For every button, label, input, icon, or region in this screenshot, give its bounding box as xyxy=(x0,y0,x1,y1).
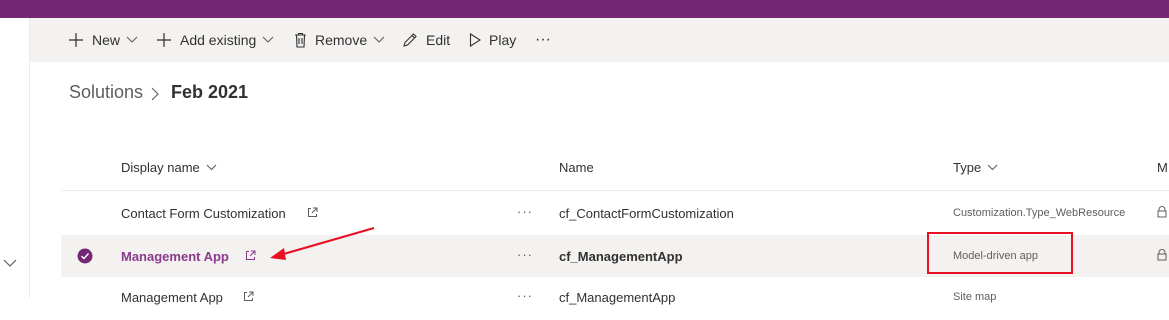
breadcrumb-solutions[interactable]: Solutions xyxy=(69,82,143,103)
chevron-down-icon[interactable] xyxy=(262,36,274,44)
plus-icon xyxy=(157,33,171,47)
column-header-label: Display name xyxy=(121,160,200,175)
column-header-name[interactable]: Name xyxy=(559,160,594,175)
row-name: cf_ManagementApp xyxy=(559,249,683,264)
row-more-button[interactable]: ··· xyxy=(517,288,533,303)
plus-icon xyxy=(69,33,83,47)
highlight-box xyxy=(927,232,1073,274)
more-commands-button[interactable]: ··· xyxy=(535,18,551,62)
command-bar: New Add existing Remove Edit Play ··· xyxy=(30,18,1169,62)
chevron-down-icon[interactable] xyxy=(2,256,18,270)
column-header-type[interactable]: Type xyxy=(953,160,998,175)
chevron-right-icon xyxy=(151,87,159,101)
new-button[interactable]: New xyxy=(68,18,138,62)
open-external-icon[interactable] xyxy=(245,250,256,261)
trash-icon xyxy=(295,32,306,48)
play-button[interactable]: Play xyxy=(469,18,516,62)
row-type: Customization.Type_WebResource xyxy=(953,207,1126,219)
edit-button[interactable]: Edit xyxy=(402,18,450,62)
app-header-bar xyxy=(0,0,1169,18)
column-header-label: Type xyxy=(953,160,982,175)
arrow-annotation-icon xyxy=(270,226,375,260)
more-icon: ··· xyxy=(535,31,551,48)
chevron-down-icon xyxy=(987,164,998,171)
open-external-icon[interactable] xyxy=(243,291,254,302)
row-more-button[interactable]: ··· xyxy=(517,204,533,219)
play-icon xyxy=(469,33,481,47)
lock-icon xyxy=(1157,249,1167,261)
row-display-name[interactable]: Contact Form Customization xyxy=(121,206,286,221)
row-more-button[interactable]: ··· xyxy=(517,247,533,262)
chevron-down-icon[interactable] xyxy=(373,36,385,44)
column-header-managed[interactable]: M xyxy=(1157,160,1168,175)
edit-label: Edit xyxy=(426,32,451,48)
play-label: Play xyxy=(489,32,517,48)
new-label: New xyxy=(92,32,121,48)
add-existing-label: Add existing xyxy=(180,32,257,48)
breadcrumb-current: Feb 2021 xyxy=(171,82,249,102)
chevron-down-icon xyxy=(206,164,217,171)
add-existing-button[interactable]: Add existing xyxy=(156,18,274,62)
left-navigation xyxy=(0,18,30,298)
open-external-icon[interactable] xyxy=(307,207,318,218)
remove-label: Remove xyxy=(315,32,368,48)
lock-icon xyxy=(1157,206,1167,218)
checkmark-circle-icon[interactable] xyxy=(77,248,93,264)
chevron-down-icon[interactable] xyxy=(126,36,138,44)
pencil-icon xyxy=(403,33,417,47)
row-type: Site map xyxy=(953,291,997,303)
remove-button[interactable]: Remove xyxy=(294,18,385,62)
column-header-display-name[interactable]: Display name xyxy=(121,160,217,175)
row-display-name[interactable]: Management App xyxy=(121,249,229,264)
header-divider xyxy=(61,190,1169,191)
row-name: cf_ContactFormCustomization xyxy=(559,206,734,221)
